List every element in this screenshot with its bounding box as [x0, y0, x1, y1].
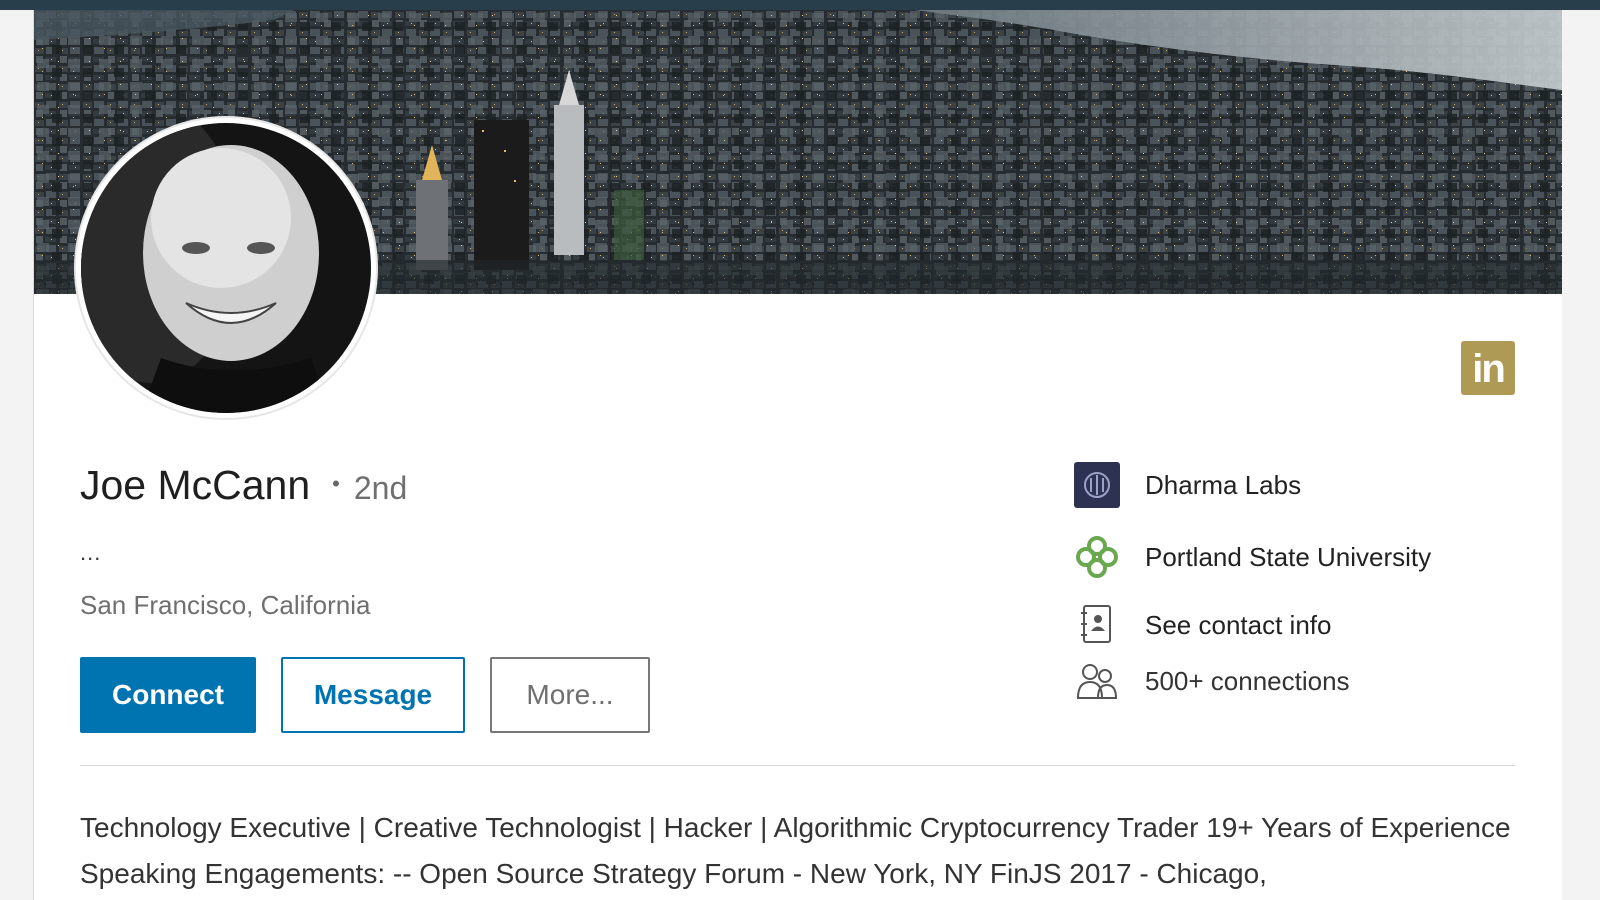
- contact-info-label: See contact info: [1145, 609, 1332, 640]
- address-book-icon: [1074, 602, 1120, 648]
- connections-link[interactable]: 500+ connections: [1074, 658, 1350, 704]
- message-button[interactable]: Message: [281, 657, 465, 733]
- connect-button[interactable]: Connect: [80, 657, 256, 733]
- university-logo-icon: [1074, 534, 1120, 580]
- current-company-link[interactable]: Dharma Labs: [1074, 462, 1301, 508]
- people-icon: [1074, 658, 1120, 704]
- company-logo-icon: [1074, 462, 1120, 508]
- top-navigation-bar: [0, 0, 1600, 10]
- school-name: Portland State University: [1145, 541, 1432, 572]
- separator-dot: •: [332, 471, 340, 496]
- education-link[interactable]: Portland State University: [1074, 534, 1431, 580]
- section-divider: [80, 765, 1515, 766]
- profile-name-row: Joe McCann • 2nd: [80, 462, 407, 509]
- contact-info-link[interactable]: See contact info: [1074, 602, 1331, 648]
- connection-degree: 2nd: [353, 470, 408, 506]
- profile-location: San Francisco, California: [80, 590, 371, 620]
- more-button[interactable]: More...: [490, 657, 650, 733]
- profile-headline: ...: [80, 540, 102, 565]
- profile-card: in Joe McCann • 2nd ... San Francisco, C…: [33, 10, 1562, 900]
- company-name: Dharma Labs: [1145, 469, 1302, 500]
- connections-count: 500+ connections: [1145, 665, 1350, 696]
- profile-photo[interactable]: [76, 118, 376, 418]
- profile-name: Joe McCann: [80, 462, 311, 508]
- linkedin-icon[interactable]: in: [1461, 341, 1515, 395]
- profile-summary: Technology Executive | Creative Technolo…: [80, 812, 1511, 889]
